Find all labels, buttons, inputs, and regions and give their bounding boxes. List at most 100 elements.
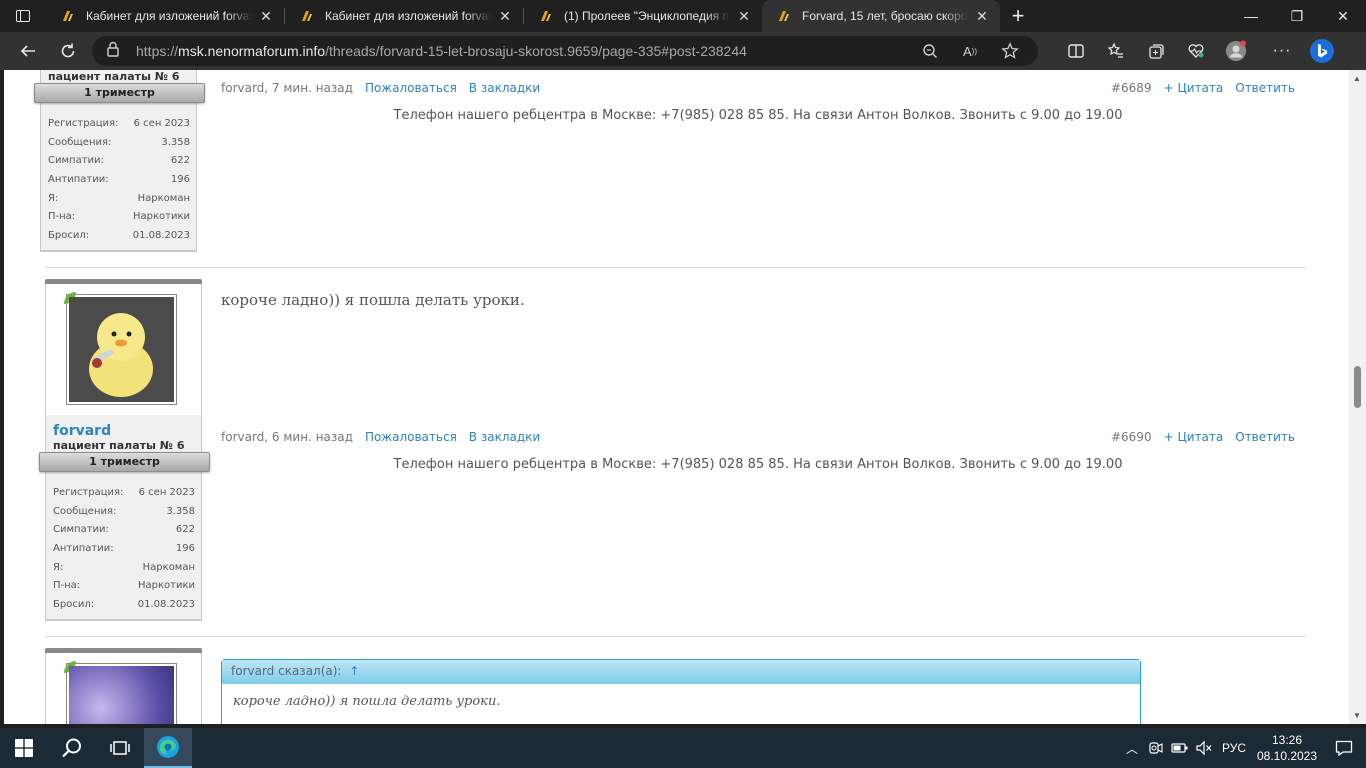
- tab-title: (1) Пролеев "Энциклопедия пор: [564, 9, 730, 23]
- stat-label: Сообщения:: [48, 136, 112, 148]
- restore-icon: ❐: [1290, 7, 1304, 24]
- refresh-icon: [61, 43, 75, 58]
- notification-center-icon: [1335, 740, 1353, 756]
- settings-menu-button[interactable]: ···: [1262, 32, 1302, 70]
- minimize-button[interactable]: —: [1228, 0, 1274, 32]
- battery-icon[interactable]: [1168, 741, 1192, 755]
- reply-link[interactable]: Ответить: [1235, 430, 1295, 444]
- favorites-button[interactable]: [1096, 32, 1136, 70]
- stat-label: Регистрация:: [48, 118, 119, 129]
- browser-tab-2[interactable]: Кабинет для изложений forvard ✕: [285, 0, 523, 32]
- post-meta-bar: forvard, 6 мин. назад Пожаловаться В зак…: [221, 430, 1295, 444]
- stat-value: Наркотики: [132, 211, 190, 223]
- stat-value: 01.08.2023: [132, 230, 190, 242]
- start-button[interactable]: [0, 728, 48, 768]
- stat-substance: П-на: Наркотики: [48, 208, 190, 227]
- stat-label: Симпатии:: [53, 524, 109, 536]
- post-number-link[interactable]: #6690: [1111, 430, 1152, 444]
- stat-value: 622: [170, 155, 190, 167]
- post-signature: Телефон нашего ребцентра в Москве: +7(98…: [393, 457, 1123, 472]
- stat-value: 196: [170, 174, 190, 186]
- url-path: /threads/forvard-15-let-brosaju-skorost.…: [325, 43, 747, 59]
- copilot-button[interactable]: [1302, 32, 1342, 70]
- windows-logo-icon: [15, 739, 33, 757]
- maximize-button[interactable]: ❐: [1274, 0, 1320, 32]
- avatar-image: [69, 297, 174, 402]
- input-language-indicator[interactable]: РУС: [1216, 741, 1252, 755]
- stat-label: Антипатии:: [48, 174, 109, 186]
- bookmark-link[interactable]: В закладки: [469, 81, 540, 95]
- browser-tab-1[interactable]: Кабинет для изложений forvard ✕: [46, 0, 284, 32]
- close-window-button[interactable]: ✕: [1320, 0, 1366, 32]
- stat-quit-date: Бросил: 01.08.2023: [53, 596, 195, 615]
- post-author-time[interactable]: forvard, 6 мин. назад: [221, 430, 353, 444]
- windows-taskbar: ︿ РУС 13:26 08.10.2023: [0, 728, 1366, 768]
- stat-value: 3.358: [166, 505, 195, 517]
- scroll-thumb[interactable]: [1354, 366, 1361, 408]
- report-link[interactable]: Пожаловаться: [365, 430, 457, 444]
- show-hidden-icons-button[interactable]: ︿: [1120, 740, 1144, 757]
- notifications-button[interactable]: [1322, 740, 1366, 756]
- browser-essentials-button[interactable]: [1176, 32, 1216, 70]
- tab-close-icon[interactable]: ✕: [734, 6, 754, 26]
- split-screen-button[interactable]: [1056, 32, 1096, 70]
- username-link[interactable]: forvard: [46, 415, 201, 439]
- stat-label: Бросил:: [48, 230, 90, 242]
- back-button[interactable]: [8, 32, 48, 70]
- browser-tab-4-active[interactable]: Forvard, 15 лет, бросаю скорост ✕: [762, 0, 1000, 32]
- read-aloud-icon[interactable]: A)): [950, 44, 990, 59]
- quote-jump-arrow-icon[interactable]: ↑: [349, 664, 359, 678]
- quote-link[interactable]: + Цитата: [1164, 430, 1224, 444]
- taskbar-edge-button[interactable]: [144, 728, 192, 768]
- more-dots-icon: ···: [1272, 42, 1292, 59]
- zoom-icon[interactable]: [910, 43, 950, 59]
- post-meta-bar: forvard, 7 мин. назад Пожаловаться В зак…: [221, 81, 1295, 95]
- post-number-link[interactable]: #6689: [1111, 81, 1152, 95]
- avatar[interactable]: [66, 294, 177, 405]
- avatar-container: [46, 653, 201, 724]
- lock-icon[interactable]: [106, 41, 122, 62]
- collections-button[interactable]: [1136, 32, 1176, 70]
- user-rank-bar: 1 триместр: [39, 452, 210, 472]
- report-link[interactable]: Пожаловаться: [365, 81, 457, 95]
- scroll-up-icon[interactable]: ▲: [1353, 74, 1361, 83]
- avatar[interactable]: [66, 663, 177, 724]
- stat-registration: Регистрация: 6 сен 2023: [48, 115, 190, 134]
- webcam-icon[interactable]: [1144, 740, 1168, 756]
- avatar-image: [69, 666, 174, 724]
- refresh-button[interactable]: [48, 32, 88, 70]
- tab-title: Кабинет для изложений forvard: [325, 9, 491, 23]
- search-button[interactable]: [48, 728, 96, 768]
- tab-title: Кабинет для изложений forvard: [86, 9, 252, 23]
- profile-button[interactable]: [1216, 32, 1256, 70]
- arrow-left-icon: [20, 45, 35, 57]
- clock[interactable]: 13:26 08.10.2023: [1252, 732, 1322, 764]
- user-card: пациент палаты № 6 1 триместр Регистраци…: [34, 70, 205, 252]
- stat-likes: Симпатии: 622: [53, 521, 195, 540]
- tab-close-icon[interactable]: ✕: [972, 6, 992, 26]
- task-view-icon: [110, 741, 130, 755]
- tab-close-icon[interactable]: ✕: [495, 6, 515, 26]
- url-text[interactable]: https://msk.nenormaforum.info/threads/fo…: [136, 43, 910, 59]
- stat-dislikes: Антипатии: 196: [48, 171, 190, 190]
- post-signature: Телефон нашего ребцентра в Москве: +7(98…: [393, 108, 1123, 123]
- site-favicon-icon: [779, 11, 789, 21]
- post-author-time[interactable]: forvard, 7 мин. назад: [221, 81, 353, 95]
- scroll-down-icon[interactable]: ▼: [1353, 711, 1361, 720]
- task-view-button[interactable]: [96, 728, 144, 768]
- tab-actions-button[interactable]: [0, 0, 46, 32]
- stat-substance: П-на: Наркотики: [53, 577, 195, 596]
- page-scrollbar[interactable]: ▲ ▼: [1349, 70, 1366, 724]
- reply-link[interactable]: Ответить: [1235, 81, 1295, 95]
- post-message-text: короче ладно)) я пошла делать уроки.: [221, 291, 525, 309]
- volume-muted-icon[interactable]: [1192, 740, 1216, 756]
- new-tab-button[interactable]: +: [1000, 0, 1036, 32]
- quote-link[interactable]: + Цитата: [1164, 81, 1224, 95]
- user-card: [45, 648, 202, 724]
- browser-tab-3[interactable]: (1) Пролеев "Энциклопедия пор ✕: [524, 0, 762, 32]
- address-bar[interactable]: https://msk.nenormaforum.info/threads/fo…: [92, 36, 1038, 66]
- post-divider: [45, 636, 1306, 637]
- bookmark-link[interactable]: В закладки: [469, 430, 540, 444]
- favorite-star-icon[interactable]: [990, 42, 1030, 60]
- tab-close-icon[interactable]: ✕: [256, 6, 276, 26]
